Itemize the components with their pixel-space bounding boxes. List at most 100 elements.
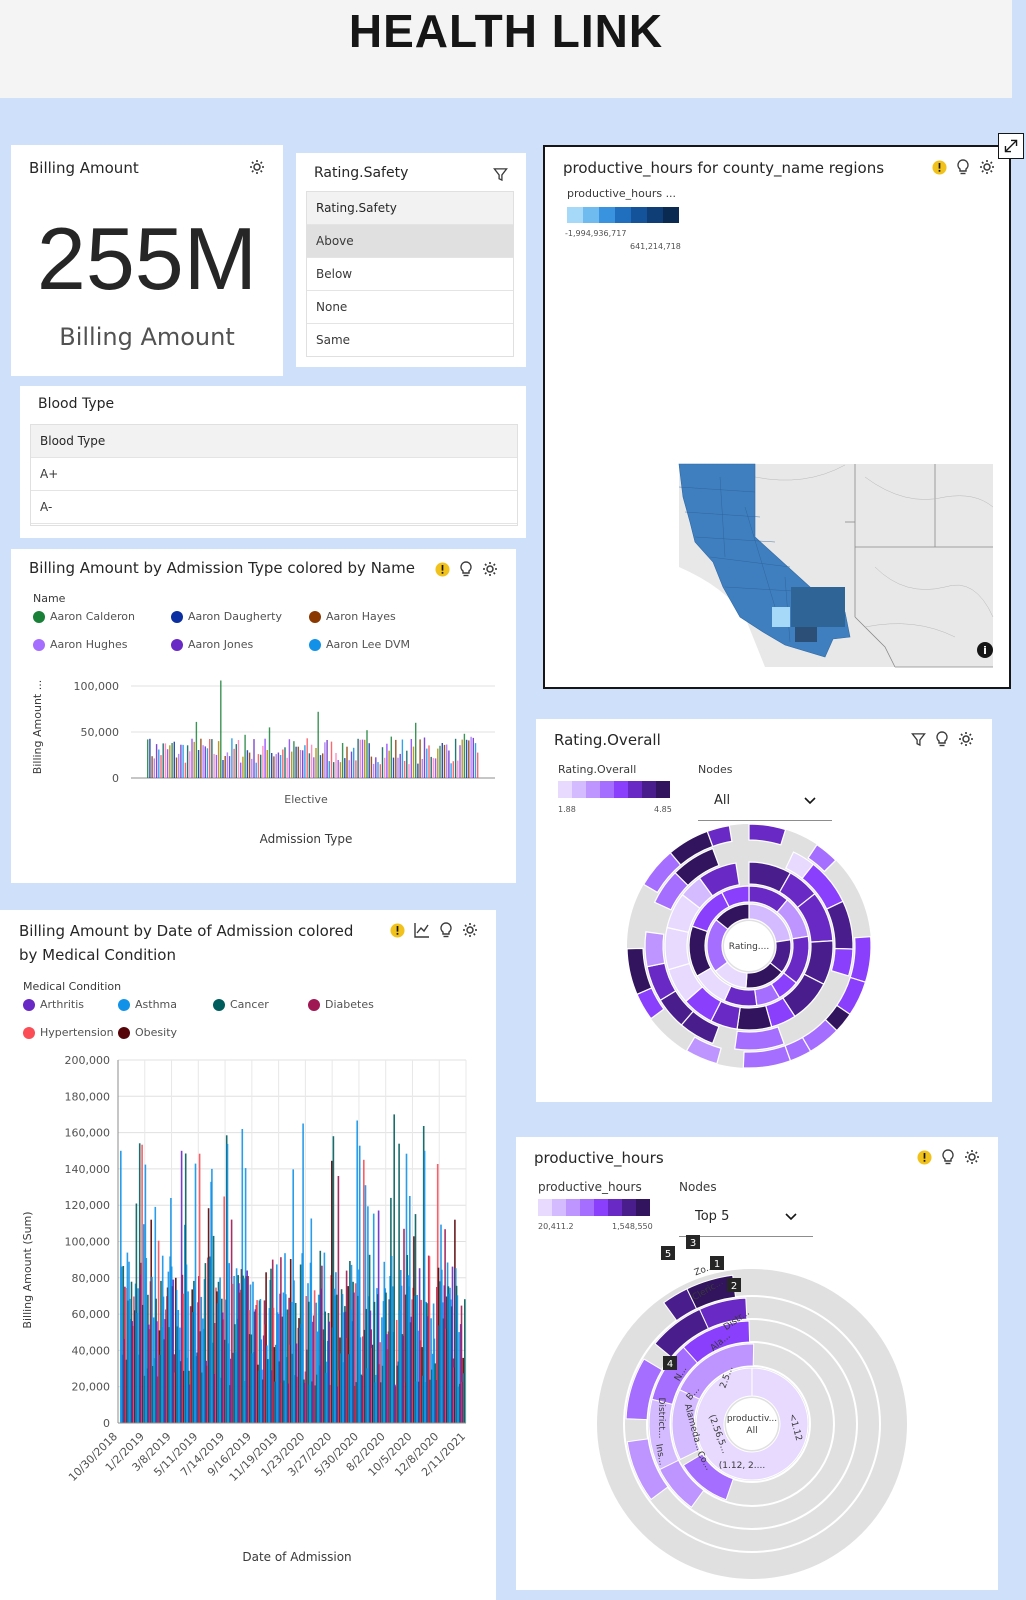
bar[interactable]	[315, 748, 317, 778]
bar[interactable]	[204, 746, 206, 778]
map-widget[interactable]: productive_hours for county_name regions…	[543, 145, 1011, 689]
rating-overall-chart[interactable]: Rating.Overall Rating.Overall 1.88 4.85 …	[536, 719, 992, 1102]
bar[interactable]	[437, 748, 439, 778]
bar[interactable]	[182, 744, 184, 778]
productive-hours-chart[interactable]: productive_hours productive_hours 20,411…	[516, 1137, 998, 1590]
bar[interactable]	[158, 749, 160, 779]
settings-icon[interactable]	[249, 159, 265, 175]
bar[interactable]	[441, 743, 443, 778]
bar[interactable]	[166, 749, 169, 778]
bar[interactable]	[228, 756, 231, 778]
list-item[interactable]: Above	[307, 225, 513, 258]
bar[interactable]	[408, 764, 410, 778]
bar[interactable]	[472, 737, 474, 778]
bar[interactable]	[464, 1299, 466, 1423]
bar[interactable]	[299, 750, 302, 778]
bar[interactable]	[286, 757, 288, 778]
kpi-widget[interactable]: Billing Amount 255M Billing Amount	[11, 145, 283, 376]
bar[interactable]	[242, 756, 244, 778]
bar[interactable]	[468, 740, 470, 778]
bar[interactable]	[153, 758, 155, 778]
list-item[interactable]: None	[307, 291, 513, 324]
admission-type-chart[interactable]: Billing Amount by Admission Type colored…	[11, 549, 516, 883]
productive-sunburst[interactable]: productiv...All <1.122.5...(2.56,5...(1.1…	[516, 1137, 998, 1590]
rating-sunburst[interactable]: Rating....	[536, 719, 992, 1102]
bar[interactable]	[246, 750, 249, 778]
bar[interactable]	[206, 748, 209, 778]
bar[interactable]	[428, 745, 430, 778]
bar[interactable]	[164, 743, 167, 778]
sunburst-segment[interactable]	[644, 931, 666, 968]
bar[interactable]	[359, 739, 361, 778]
bar[interactable]	[333, 762, 335, 778]
bar[interactable]	[279, 755, 282, 778]
bar[interactable]	[257, 754, 260, 778]
bar[interactable]	[328, 761, 330, 778]
bar[interactable]	[353, 747, 355, 778]
bar[interactable]	[388, 750, 390, 778]
bar[interactable]	[184, 762, 187, 778]
bar[interactable]	[171, 743, 173, 778]
bar[interactable]	[217, 741, 220, 778]
bar[interactable]	[335, 753, 337, 778]
bar[interactable]	[220, 680, 222, 779]
date-of-admission-chart[interactable]: Billing Amount by Date of Admission colo…	[0, 910, 496, 1600]
bar[interactable]	[186, 745, 189, 778]
bar[interactable]	[337, 760, 339, 778]
bar[interactable]	[419, 739, 421, 778]
bar[interactable]	[366, 730, 368, 778]
admission-plot[interactable]: 100,000 50,000 0 Elective Admission Type…	[11, 549, 516, 883]
bar[interactable]	[399, 753, 401, 778]
bar[interactable]	[240, 762, 242, 778]
bar[interactable]	[350, 751, 353, 778]
bar[interactable]	[151, 756, 153, 778]
bar[interactable]	[386, 743, 388, 778]
sunburst-segment[interactable]	[664, 926, 691, 971]
bar[interactable]	[344, 758, 346, 778]
bar[interactable]	[403, 760, 406, 778]
list-item[interactable]: A+	[31, 458, 517, 491]
bar[interactable]	[173, 741, 175, 778]
bar[interactable]	[260, 754, 262, 778]
bar[interactable]	[406, 750, 408, 778]
filter-icon[interactable]	[493, 167, 508, 182]
bar[interactable]	[191, 738, 193, 778]
bar[interactable]	[178, 753, 180, 778]
bar[interactable]	[375, 757, 377, 778]
bar[interactable]	[226, 752, 229, 778]
bar[interactable]	[180, 744, 182, 778]
bar[interactable]	[324, 742, 326, 778]
bar[interactable]	[364, 739, 366, 778]
bar[interactable]	[149, 738, 151, 778]
sunburst-segment[interactable]	[736, 1004, 773, 1031]
bar[interactable]	[459, 745, 461, 778]
bar[interactable]	[317, 711, 319, 778]
bar[interactable]	[423, 737, 426, 779]
bar[interactable]	[271, 753, 273, 778]
bar[interactable]	[452, 761, 454, 778]
list-item[interactable]: A-	[31, 491, 517, 524]
bar[interactable]	[432, 758, 435, 778]
bar[interactable]	[213, 753, 215, 778]
bar[interactable]	[417, 763, 419, 778]
bar[interactable]	[454, 738, 457, 778]
bar[interactable]	[341, 743, 344, 778]
bar[interactable]	[381, 747, 384, 778]
bar[interactable]	[421, 759, 423, 778]
bar[interactable]	[401, 739, 404, 779]
bar[interactable]	[361, 739, 364, 778]
bar[interactable]	[313, 757, 315, 778]
bar[interactable]	[235, 744, 237, 778]
bar[interactable]	[231, 738, 233, 778]
expand-icon[interactable]	[998, 133, 1024, 159]
bar[interactable]	[439, 745, 441, 778]
bar[interactable]	[348, 760, 350, 778]
bar[interactable]	[147, 739, 149, 778]
bar[interactable]	[339, 762, 342, 778]
bar[interactable]	[209, 739, 211, 778]
bar[interactable]	[446, 744, 448, 779]
bar[interactable]	[262, 745, 264, 778]
bar[interactable]	[372, 763, 375, 778]
bar[interactable]	[330, 741, 333, 778]
bar[interactable]	[273, 756, 275, 778]
